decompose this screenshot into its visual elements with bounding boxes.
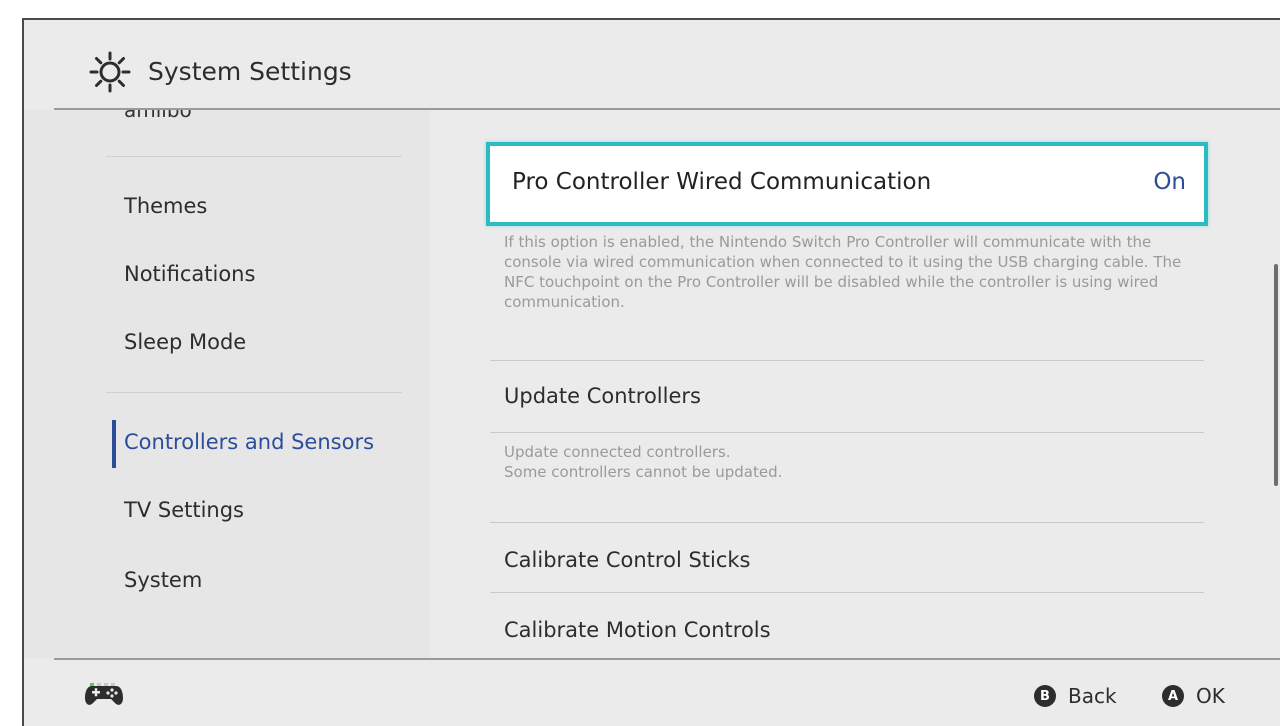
setting-calibrate-motion-controls[interactable]: Calibrate Motion Controls	[504, 618, 771, 642]
sidebar-item-amiibo-partial[interactable]: amiibo	[124, 110, 192, 126]
update-description-line: Update connected controllers.	[504, 443, 731, 461]
setting-calibrate-control-sticks[interactable]: Calibrate Control Sticks	[504, 548, 751, 572]
header: System Settings	[24, 20, 1280, 110]
sidebar-divider	[106, 156, 402, 157]
back-label: Back	[1068, 684, 1117, 708]
sidebar-item-tv-settings[interactable]: TV Settings	[124, 496, 244, 524]
a-button-icon: A	[1162, 685, 1184, 707]
update-description-line: Some controllers cannot be updated.	[504, 463, 783, 481]
settings-screen: System Settings amiibo Themes Notificati…	[22, 18, 1280, 726]
setting-update-controllers[interactable]: Update Controllers	[504, 384, 701, 408]
active-indicator	[112, 420, 116, 468]
sidebar-item-controllers-and-sensors[interactable]: Controllers and Sensors	[124, 428, 374, 456]
gear-icon	[89, 51, 131, 93]
sidebar-item-notifications[interactable]: Notifications	[124, 260, 255, 288]
sidebar-item-system[interactable]: System	[124, 566, 202, 594]
sidebar	[24, 110, 430, 658]
list-divider	[490, 360, 1204, 361]
scrollbar[interactable]	[1274, 264, 1278, 486]
sidebar-divider	[106, 392, 402, 393]
ok-button[interactable]: A OK	[1162, 684, 1225, 708]
sidebar-item-themes[interactable]: Themes	[124, 192, 207, 220]
ok-label: OK	[1196, 684, 1225, 708]
setting-label: Pro Controller Wired Communication	[512, 169, 932, 195]
setting-description: If this option is enabled, the Nintendo …	[504, 233, 1182, 311]
b-button-icon: B	[1034, 685, 1056, 707]
setting-pro-controller-wired[interactable]: Pro Controller Wired Communication On	[486, 142, 1208, 226]
sidebar-item-sleep-mode[interactable]: Sleep Mode	[124, 328, 246, 356]
setting-value: On	[1153, 169, 1186, 195]
gamepad-icon	[85, 686, 123, 705]
page-title: System Settings	[148, 57, 352, 86]
list-divider	[490, 522, 1204, 523]
list-divider	[490, 592, 1204, 593]
footer-divider	[54, 658, 1280, 660]
list-divider	[490, 432, 1204, 433]
back-button[interactable]: B Back	[1034, 684, 1117, 708]
